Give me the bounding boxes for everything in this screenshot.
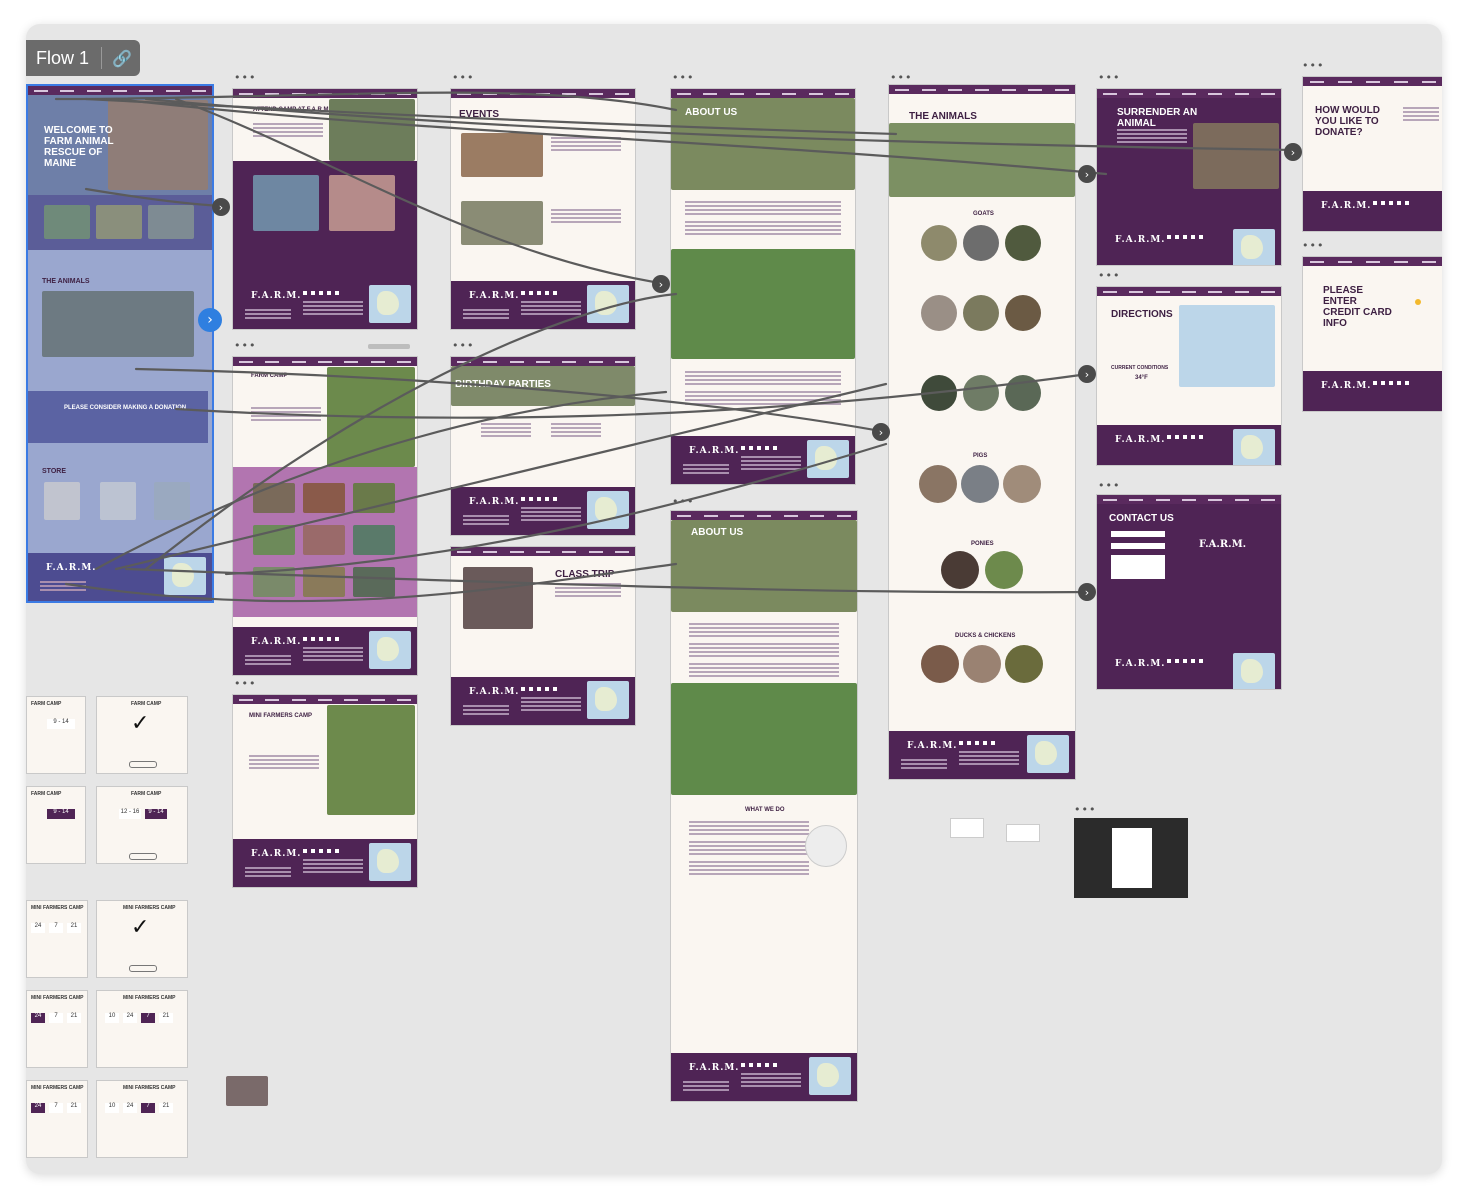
connection-arrow-icon[interactable]: › [872,423,890,441]
connection-arrow-icon[interactable]: › [1078,165,1096,183]
connection-arrow-icon[interactable]: › [1078,365,1096,383]
prototype-connections [54,91,1298,603]
link-icon[interactable]: 🔗 [112,49,132,68]
connection-arrow-icon[interactable]: › [652,275,670,293]
flow-title: Flow 1 [36,47,90,68]
add-connection-icon[interactable]: › [198,308,222,332]
connection-arrow-icon[interactable]: › [1078,583,1096,601]
connection-arrow-icon[interactable]: › [1284,143,1302,161]
flow-tag[interactable]: Flow 1 🔗 [26,40,140,76]
prototype-canvas[interactable]: WELCOME TO FARM ANIMAL RESCUE OF MAINE T… [26,24,1442,1174]
connection-arrow-icon[interactable]: › [212,198,230,216]
